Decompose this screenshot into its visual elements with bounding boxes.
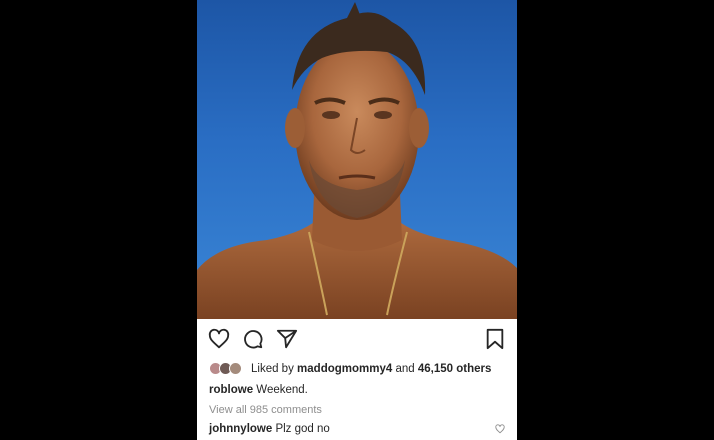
avatar[interactable]	[229, 362, 242, 375]
share-icon[interactable]	[276, 328, 298, 350]
instagram-post: Liked by maddogmommy4 and 46,150 others …	[197, 0, 517, 440]
likes-text: Liked by maddogmommy4 and 46,150 others	[251, 363, 491, 375]
comment-item: johnnylowe Plz god no	[197, 419, 517, 438]
comment-text: Plz god no	[275, 423, 330, 435]
likes-summary: Liked by maddogmommy4 and 46,150 others	[197, 359, 517, 379]
post-photo-illustration	[197, 2, 517, 319]
caption-text: Weekend.	[256, 384, 308, 396]
liked-by-others-link[interactable]: 46,150 others	[418, 363, 492, 375]
heart-icon[interactable]	[208, 328, 230, 350]
bookmark-icon[interactable]	[484, 328, 506, 350]
liker-avatars	[209, 362, 247, 376]
screenshot-stage: Liked by maddogmommy4 and 46,150 others …	[0, 0, 714, 440]
post-photo	[197, 0, 517, 319]
comment-icon[interactable]	[242, 328, 264, 350]
comment-like-icon[interactable]	[495, 424, 505, 434]
caption-username-link[interactable]: roblowe	[209, 384, 253, 396]
liked-by-username-link[interactable]: maddogmommy4	[297, 363, 392, 375]
comment-username-link[interactable]: johnnylowe	[209, 423, 272, 435]
post-actions-bar	[197, 319, 517, 359]
view-all-comments-link[interactable]: View all 985 comments	[197, 399, 517, 419]
post-caption: roblowe Weekend.	[197, 379, 517, 399]
liked-by-prefix: Liked by	[251, 363, 294, 375]
liked-by-and: and	[395, 363, 415, 375]
